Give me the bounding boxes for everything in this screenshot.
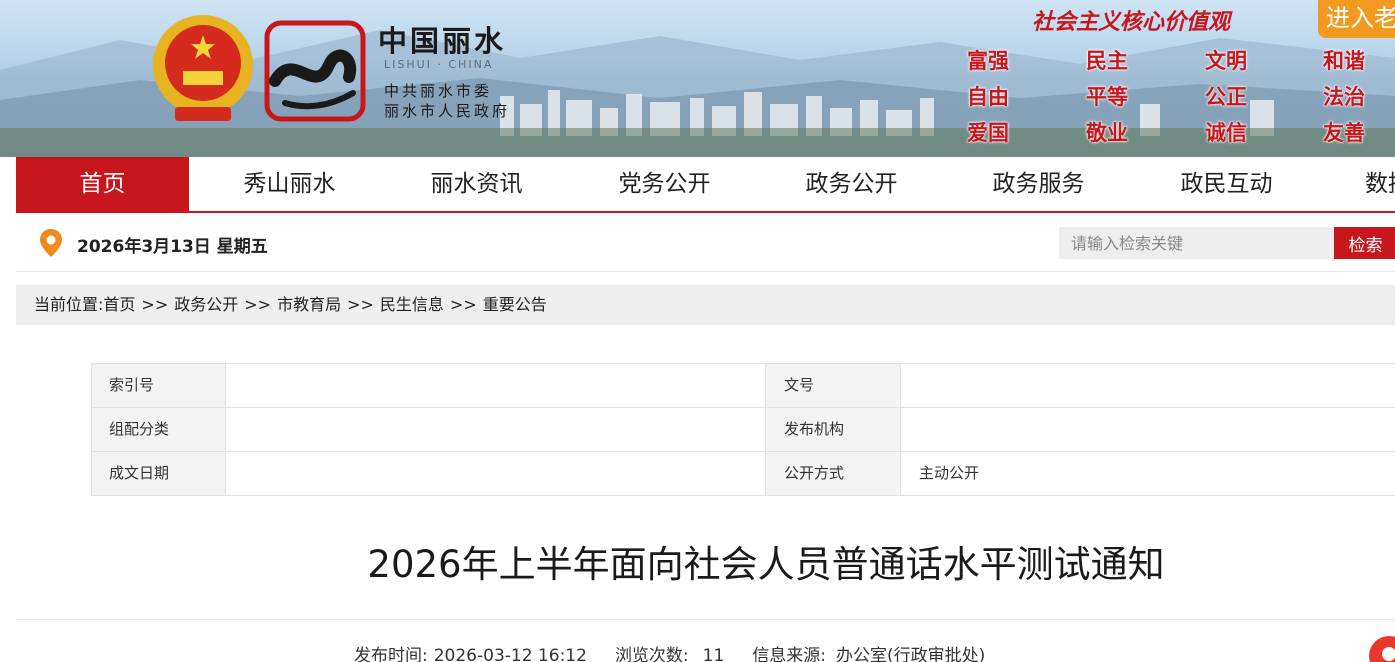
current-date: 2026年3月13日 星期五 (77, 237, 268, 257)
nav-underline (16, 211, 1395, 213)
breadcrumb-link-education-bureau[interactable]: 市教育局 (277, 295, 341, 314)
value-word: 文明 (1205, 49, 1247, 73)
value-word: 自由 (967, 85, 1009, 109)
nav-item-government-services[interactable]: 政务服务 (952, 157, 1125, 212)
breadcrumb-separator: >> (141, 295, 169, 314)
index-number-value (225, 364, 765, 407)
city-name-english: LISHUI · CHINA (384, 58, 494, 71)
table-border (91, 363, 92, 495)
publish-time: 2026-03-12 16:12 (433, 646, 587, 662)
nav-item-home[interactable]: 首页 (16, 157, 189, 212)
breadcrumb: 当前位置:首页 >> 政务公开 >> 市教育局 >> 民生信息 >> 重要公告 (16, 285, 1395, 325)
divider (16, 619, 1395, 620)
category-label: 组配分类 (91, 408, 225, 451)
index-number-label: 索引号 (91, 364, 225, 407)
disclosure-method-value: 主动公开 (900, 452, 1395, 495)
document-number-label: 文号 (765, 364, 900, 407)
city-name: 中国丽水 (378, 24, 507, 58)
search-button[interactable]: 检索 (1334, 227, 1395, 259)
source-label: 信息来源: (752, 646, 827, 662)
value-word: 爱国 (967, 121, 1009, 145)
document-metadata-table: 索引号 文号 组配分类 发布机构 成文日期 公开方式 主动公开 (91, 363, 1395, 496)
breadcrumb-separator: >> (244, 295, 272, 314)
value-word: 友善 (1323, 121, 1365, 145)
core-values-title: 社会主义核心价值观 (1032, 9, 1231, 35)
category-value (225, 408, 765, 451)
view-count: 11 (702, 646, 725, 662)
value-word: 诚信 (1205, 121, 1247, 145)
nav-item-government-affairs[interactable]: 政务公开 (765, 157, 938, 212)
table-row: 组配分类 发布机构 (91, 408, 1395, 452)
divider (16, 271, 1395, 272)
main-nav: 首页 秀山丽水 丽水资讯 党务公开 政务公开 政务服务 政民互动 数据 (0, 157, 1395, 212)
breadcrumb-link-government-affairs[interactable]: 政务公开 (174, 295, 238, 314)
search-input[interactable] (1059, 227, 1335, 259)
government-name: 丽水市人民政府 (384, 102, 511, 120)
table-row: 索引号 文号 (91, 364, 1395, 408)
value-word: 民主 (1086, 49, 1128, 73)
value-word: 法治 (1323, 85, 1365, 109)
location-pin-icon (40, 229, 62, 257)
breadcrumb-link-home[interactable]: 首页 (103, 295, 135, 314)
source-value: 办公室(行政审批处) (836, 646, 986, 662)
value-word: 平等 (1086, 85, 1128, 109)
breadcrumb-separator: >> (449, 295, 477, 314)
nav-item-lishui-news[interactable]: 丽水资讯 (390, 157, 563, 212)
breadcrumb-link-announcements[interactable]: 重要公告 (483, 295, 547, 314)
breadcrumb-separator: >> (347, 295, 374, 314)
nav-item-interaction[interactable]: 政民互动 (1140, 157, 1313, 212)
nav-item-xiushan-lishui[interactable]: 秀山丽水 (203, 157, 376, 212)
header-banner: 中国丽水 LISHUI · CHINA 中共丽水市委 丽水市人民政府 社会主义核… (0, 0, 1395, 157)
publish-info: 发布时间: 2026-03-12 16:12 浏览次数: 11 信息来源: 办公室(行政审… (354, 641, 1015, 662)
nav-item-data[interactable]: 数据 (1327, 157, 1395, 212)
disclosure-method-label: 公开方式 (765, 452, 900, 495)
publisher-value (900, 408, 1395, 451)
publish-time-label: 发布时间: (354, 646, 428, 662)
breadcrumb-link-livelihood-info[interactable]: 民生信息 (380, 295, 444, 314)
share-icon[interactable] (1369, 636, 1395, 662)
written-date-value (225, 452, 765, 495)
views-label: 浏览次数: (614, 646, 689, 662)
value-word: 和谐 (1323, 49, 1365, 73)
enter-elderly-mode-button[interactable]: 进入老 (1318, 0, 1395, 38)
value-word: 公正 (1205, 85, 1247, 109)
publisher-label: 发布机构 (765, 408, 900, 451)
nav-item-party-affairs[interactable]: 党务公开 (578, 157, 751, 212)
breadcrumb-prefix: 当前位置: (34, 295, 104, 314)
party-committee-name: 中共丽水市委 (384, 82, 493, 100)
article-title: 2026年上半年面向社会人员普通话水平测试通知 (367, 543, 1165, 586)
value-word: 富强 (967, 49, 1009, 73)
lishui-logo-icon (264, 20, 366, 122)
written-date-label: 成文日期 (91, 452, 225, 495)
document-number-value (900, 364, 1395, 407)
national-emblem-icon (153, 15, 253, 121)
value-word: 敬业 (1086, 121, 1128, 145)
table-row: 成文日期 公开方式 主动公开 (91, 452, 1395, 496)
